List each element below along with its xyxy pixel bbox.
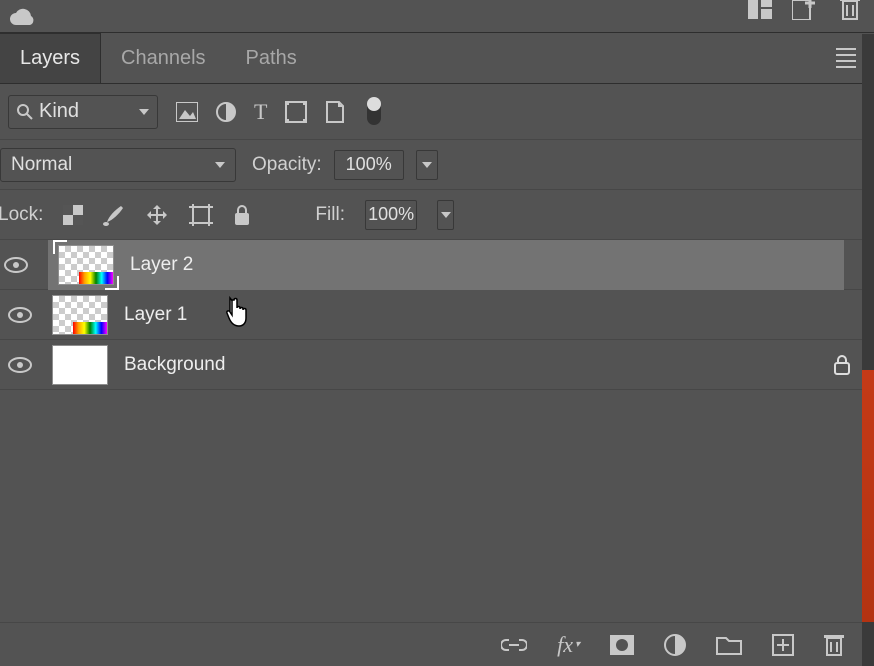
tab-paths[interactable]: Paths xyxy=(226,33,317,83)
lock-paint-icon[interactable] xyxy=(103,204,125,226)
lock-position-icon[interactable] xyxy=(145,203,169,227)
shape-filter-icon[interactable] xyxy=(285,101,307,123)
lock-row: Lock: Fill: 100% xyxy=(0,190,874,240)
cursor-icon xyxy=(222,296,252,330)
layer-filter-bar: Kind T xyxy=(0,84,874,140)
lock-icon xyxy=(834,355,850,375)
layer-thumbnail[interactable] xyxy=(52,295,108,335)
layer-thumbnail[interactable] xyxy=(58,245,114,285)
opacity-label: Opacity: xyxy=(252,154,322,176)
filter-kind-label: Kind xyxy=(39,100,79,123)
cloud-icon xyxy=(10,7,36,25)
opacity-value[interactable]: 100% xyxy=(334,150,404,180)
lock-artboard-icon[interactable] xyxy=(189,204,213,226)
tab-layers[interactable]: Layers xyxy=(0,33,101,83)
adjustment-filter-icon[interactable] xyxy=(216,102,236,122)
chevron-down-icon xyxy=(441,212,451,218)
layer-actions-bar: fx▾ xyxy=(0,622,874,666)
fill-dropdown[interactable] xyxy=(437,200,454,230)
new-layer-icon[interactable] xyxy=(772,634,794,656)
fx-icon[interactable]: fx▾ xyxy=(557,632,580,658)
layer-row[interactable]: Layer 2 xyxy=(0,240,874,290)
type-filter-icon[interactable]: T xyxy=(254,99,267,125)
fill-value[interactable]: 100% xyxy=(365,200,417,230)
blend-mode-row: Normal Opacity: 100% xyxy=(0,140,874,190)
layer-name[interactable]: Background xyxy=(124,354,225,376)
titlebar xyxy=(0,0,874,32)
visibility-toggle[interactable] xyxy=(0,257,32,273)
layer-row[interactable]: Layer 1 xyxy=(0,290,874,340)
visibility-toggle[interactable] xyxy=(4,357,36,373)
smartobj-filter-icon[interactable] xyxy=(325,100,345,124)
new-doc-icon[interactable] xyxy=(792,0,820,20)
link-icon[interactable] xyxy=(501,638,527,652)
filter-kind-select[interactable]: Kind xyxy=(8,95,158,129)
mask-icon[interactable] xyxy=(610,635,634,655)
group-icon[interactable] xyxy=(716,635,742,655)
layer-name[interactable]: Layer 2 xyxy=(130,254,193,276)
chevron-down-icon xyxy=(422,162,432,168)
chevron-down-icon xyxy=(139,109,149,115)
adjustment-icon[interactable] xyxy=(664,634,686,656)
panel-tabs: Layers Channels Paths xyxy=(0,32,874,84)
lock-label: Lock: xyxy=(0,204,43,226)
canvas-slice xyxy=(862,370,874,622)
delete-icon[interactable] xyxy=(824,633,844,657)
tab-channels[interactable]: Channels xyxy=(101,33,226,83)
trash-icon[interactable] xyxy=(840,0,860,20)
chevron-down-icon xyxy=(215,162,225,168)
lock-all-icon[interactable] xyxy=(233,204,251,226)
layer-thumbnail[interactable] xyxy=(52,345,108,385)
filter-toggle[interactable] xyxy=(367,99,381,125)
gallery-icon[interactable] xyxy=(748,0,772,19)
blend-mode-value: Normal xyxy=(11,154,72,176)
blend-mode-select[interactable]: Normal xyxy=(0,148,236,182)
visibility-toggle[interactable] xyxy=(4,307,36,323)
layer-row[interactable]: Background xyxy=(0,340,874,390)
panel-menu-icon[interactable] xyxy=(836,48,856,68)
lock-transparency-icon[interactable] xyxy=(63,205,83,225)
opacity-dropdown[interactable] xyxy=(416,150,438,180)
image-filter-icon[interactable] xyxy=(176,102,198,122)
search-icon xyxy=(17,104,33,120)
layer-name[interactable]: Layer 1 xyxy=(124,304,187,326)
layer-list: Layer 2 Layer 1 Background xyxy=(0,240,874,390)
fill-label: Fill: xyxy=(315,204,345,226)
